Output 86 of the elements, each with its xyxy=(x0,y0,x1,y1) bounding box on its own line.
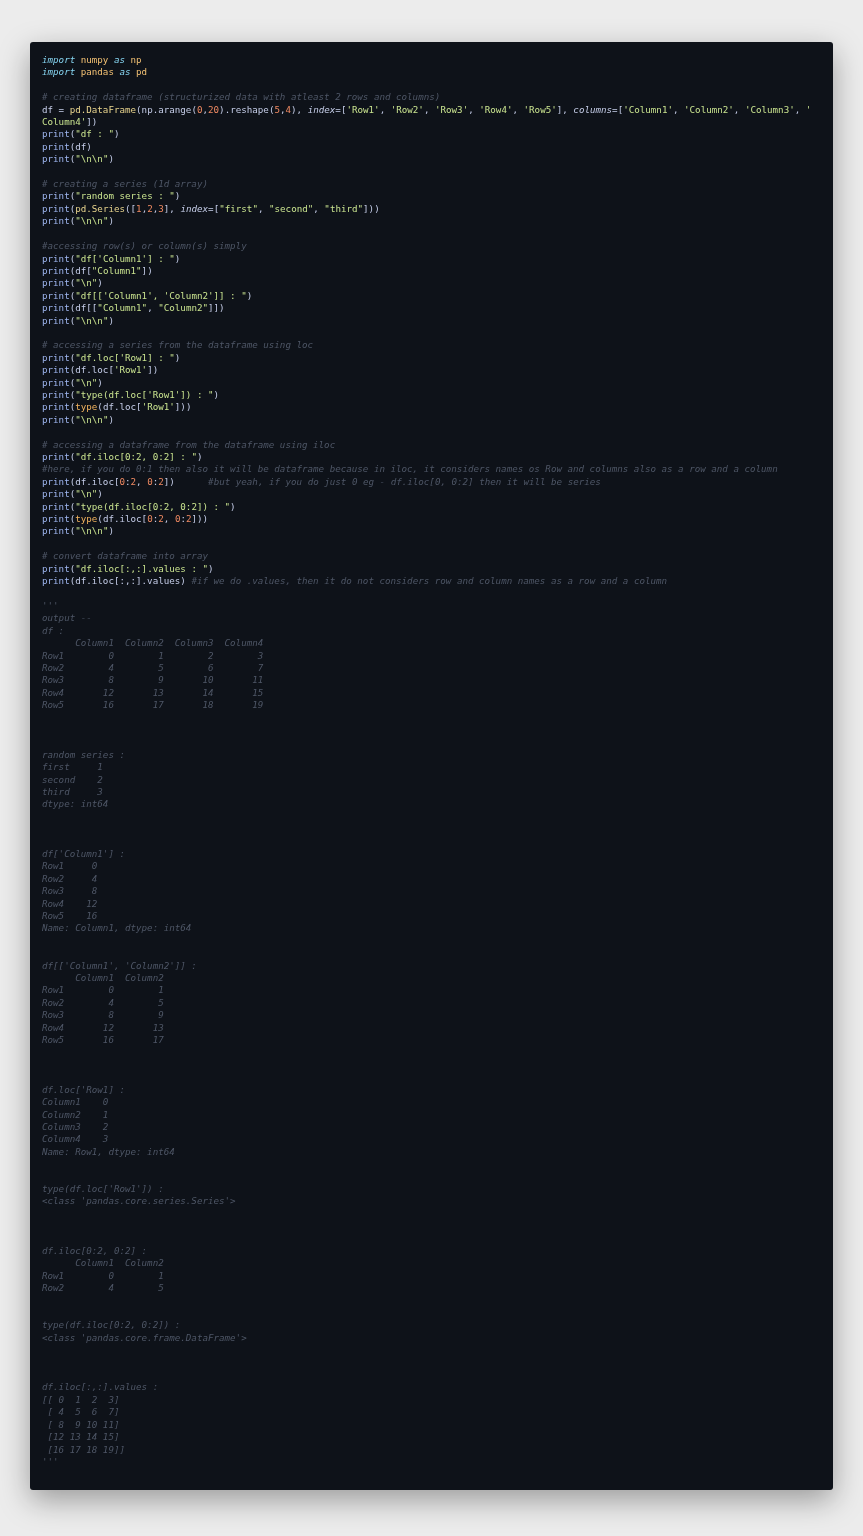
code-line: print(pd.Series([1,2,3], index=["first", "second", "third"])) xyxy=(42,202,380,216)
code-line: import pandas as pd xyxy=(42,66,148,79)
code-line: #accessing row(s) or column(s) simply xyxy=(42,240,247,253)
output-line: df['Column1'] : xyxy=(42,848,125,861)
code-line: import numpy as np xyxy=(42,54,142,67)
output-line: <class 'pandas.core.series.Series'> xyxy=(42,1195,236,1208)
output-line: Column2 1 xyxy=(42,1108,109,1121)
code-line: # accessing a dataframe from the dataframe using iloc xyxy=(42,438,336,451)
code-line: Column4']) xyxy=(42,116,98,129)
output-line: Row3 8 xyxy=(42,885,98,898)
code-line: print(df.iloc[0:2, 0:2]) #but yeah, if you do just 0 eg - df.iloc[0, 0:2] then it will be series xyxy=(42,475,601,489)
output-line: df : xyxy=(42,624,65,638)
output-line: second 2 xyxy=(42,773,103,786)
output-line: Column1 Column2 xyxy=(74,972,164,985)
output-line: [16 17 18 19]] xyxy=(46,1443,125,1456)
output-line: Column1 0 xyxy=(42,1096,109,1109)
output-line: Column4 3 xyxy=(42,1133,109,1146)
code-line: print("random series : ") xyxy=(42,190,181,203)
code-line: print("df.loc['Row1] : ") xyxy=(42,351,181,365)
output-line: first 1 xyxy=(42,761,103,774)
output-line: df[['Column1', 'Column2']] : xyxy=(42,959,197,973)
code-line: print("type(df.iloc[0:2, 0:2]) : ") xyxy=(42,500,236,514)
output-line: Row1 0 1 xyxy=(42,1269,164,1283)
output-line: type(df.loc['Row1']) : xyxy=(42,1182,164,1196)
output-line: Column3 2 xyxy=(42,1120,109,1134)
code-line: print("\n\n") xyxy=(42,525,114,538)
output-line: df.iloc[0:2, 0:2] : xyxy=(42,1245,148,1258)
output-line: [ 8 9 10 11] xyxy=(46,1418,120,1432)
output-line: Row3 8 9 xyxy=(42,1009,164,1022)
code-line: df = pd.DataFrame(np.arange(0,20).reshape(5,4), index=['Row1', 'Row2', 'Row3', 'Row4', 'Row5'], columns=['Column1', 'Column2', 'Column3', ' xyxy=(42,103,812,117)
code-line: print(df[["Column1", "Column2"]]) xyxy=(42,302,225,315)
code-line: print(type(df.loc['Row1'])) xyxy=(42,401,192,414)
output-line: Name: Column1, dtype: int64 xyxy=(42,922,192,935)
code-line: # accessing a series from the dataframe using loc xyxy=(42,339,314,352)
output-line: [ 4 5 6 7] xyxy=(46,1406,120,1419)
output-line: Row5 16 xyxy=(42,910,98,923)
output-line: random series : xyxy=(42,748,125,762)
code-line: print("df[['Column1', 'Column2']] : ") xyxy=(42,289,253,303)
output-line: output -- xyxy=(42,612,92,625)
output-line: Row1 0 1 xyxy=(42,984,164,997)
code-line: print("type(df.loc['Row1']) : ") xyxy=(42,388,220,402)
code-line: print("\n\n") xyxy=(42,314,114,327)
code-line: print("df.iloc[0:2, 0:2] : ") xyxy=(42,451,203,464)
code-line: print("\n") xyxy=(42,277,103,290)
output-line: Row3 8 9 10 11 xyxy=(42,674,264,687)
code-line: print(df.iloc[:,:].values) #if we do .values, then it do not considers row and column names as a row and a column xyxy=(42,575,668,588)
output-line: dtype: int64 xyxy=(42,798,109,811)
output-line: Row4 12 13 xyxy=(42,1021,164,1035)
code-line: print("df['Column1'] : ") xyxy=(42,252,181,265)
output-line: ''' xyxy=(42,599,59,613)
code-line: print("\n\n") xyxy=(42,153,114,166)
output-line: Row1 0 1 2 3 xyxy=(42,649,264,662)
output-line: Row4 12 xyxy=(42,897,98,911)
output-line: type(df.iloc[0:2, 0:2]) : xyxy=(42,1319,181,1332)
output-line: Row5 16 17 18 19 xyxy=(42,699,264,712)
code-line: print("\n") xyxy=(42,488,103,501)
code-line: print("\n\n") xyxy=(42,413,114,427)
code-line: print(df) xyxy=(42,140,92,154)
code-line: print(df.loc['Row1']) xyxy=(42,364,159,377)
code-line: print("\n") xyxy=(42,376,103,389)
code-line: print("\n\n") xyxy=(42,215,114,228)
output-line: df.loc['Row1] : xyxy=(42,1083,125,1097)
output-line: df.iloc[:,:].values : xyxy=(42,1381,159,1394)
output-line: [12 13 14 15] xyxy=(46,1431,120,1444)
output-line: <class 'pandas.core.frame.DataFrame'> xyxy=(42,1331,247,1345)
output-line: Row2 4 xyxy=(42,872,98,886)
code-line: # creating a series (1d array) xyxy=(42,178,208,191)
code-line: print("df : ") xyxy=(42,128,120,141)
output-line: [[ 0 1 2 3] xyxy=(42,1393,120,1407)
output-line: third 3 xyxy=(42,785,103,799)
output-line: Row5 16 17 xyxy=(42,1034,164,1047)
output-line: Column1 Column2 xyxy=(74,1257,164,1270)
output-line: Row2 4 5 xyxy=(42,1282,164,1295)
code-line: #here, if you do 0:1 then also it will be dataframe because in iloc, it considers names os Row and columns also as a row and a column xyxy=(42,463,778,476)
code-line: # convert dataframe into array xyxy=(42,550,208,563)
output-line: Row4 12 13 14 15 xyxy=(42,686,264,700)
output-line: Name: Row1, dtype: int64 xyxy=(42,1145,175,1159)
code-line: # creating dataframe (structurized data with atleast 2 rows and columns) xyxy=(42,91,441,104)
output-line: ''' xyxy=(42,1455,59,1469)
output-line: Row1 0 xyxy=(42,860,98,873)
code-line: print("df.iloc[:,:].values : ") xyxy=(42,562,214,576)
code-line: print(type(df.iloc[0:2, 0:2])) xyxy=(42,513,209,526)
output-line: Row2 4 5 6 7 xyxy=(42,661,264,675)
output-line: Column1 Column2 Column3 Column4 xyxy=(74,637,264,650)
code-line: print(df["Column1"]) xyxy=(42,264,153,278)
output-line: Row2 4 5 xyxy=(42,996,164,1010)
